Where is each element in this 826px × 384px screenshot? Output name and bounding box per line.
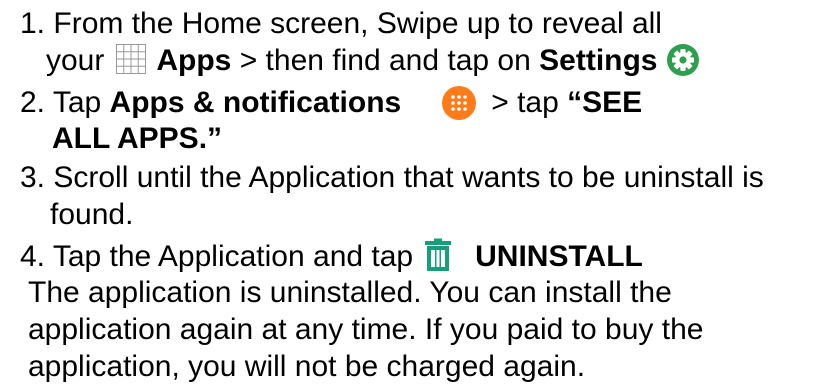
step-3-text: Scroll until the Application that wants …: [53, 161, 764, 194]
note-text-1: The application is uninstalled. You can …: [28, 276, 672, 309]
apps-notifications-label: Apps & notifications: [109, 86, 402, 119]
see-label: “SEE: [567, 86, 643, 119]
step-2-number: 2.: [20, 86, 46, 119]
step-2-line-1: 2. Tap Apps & notifications > tap “SEE: [20, 85, 643, 121]
uninstall-label: UNINSTALL: [475, 240, 643, 273]
step-2-tap: Tap: [52, 86, 102, 119]
all-apps-label: ALL APPS.”: [52, 122, 223, 155]
note-line-3: application, you will not be charged aga…: [28, 350, 585, 384]
apps-grid-icon: [116, 44, 147, 75]
step-4-number: 4.: [20, 240, 46, 273]
step-1-then: > then find and tap on: [239, 44, 531, 77]
step-3-text-2: found.: [50, 198, 134, 231]
note-line-2: application again at any time. If you pa…: [28, 313, 703, 347]
settings-label: Settings: [539, 44, 658, 77]
note-text-3: application, you will not be charged aga…: [28, 350, 586, 383]
step-4-line: 4. Tap the Application and tap UNINSTALL: [20, 238, 643, 274]
step-1-line-1: 1. From the Home screen, Swipe up to rev…: [20, 7, 662, 41]
apps-notifications-icon: [441, 85, 477, 121]
step-3-line-1: 3. Scroll until the Application that wan…: [20, 161, 764, 195]
step-2-line-2: ALL APPS.”: [52, 122, 222, 156]
step-1-your: your: [46, 44, 105, 77]
settings-gear-icon: [666, 43, 700, 77]
step-4-text: Tap the Application and tap: [52, 240, 414, 273]
step-1-line-2: your Apps > then find and tap on Setting…: [46, 44, 700, 78]
step-3-number: 3.: [20, 161, 46, 194]
trash-icon: [421, 238, 455, 272]
step-1-text: From the Home screen, Swipe up to reveal…: [53, 7, 662, 40]
note-line-1: The application is uninstalled. You can …: [28, 276, 672, 310]
step-2-tap-2: > tap: [491, 86, 559, 119]
note-text-2: application again at any time. If you pa…: [28, 313, 704, 346]
step-1-number: 1.: [20, 7, 46, 40]
apps-label: Apps: [156, 44, 232, 77]
step-3-line-2: found.: [50, 198, 133, 232]
